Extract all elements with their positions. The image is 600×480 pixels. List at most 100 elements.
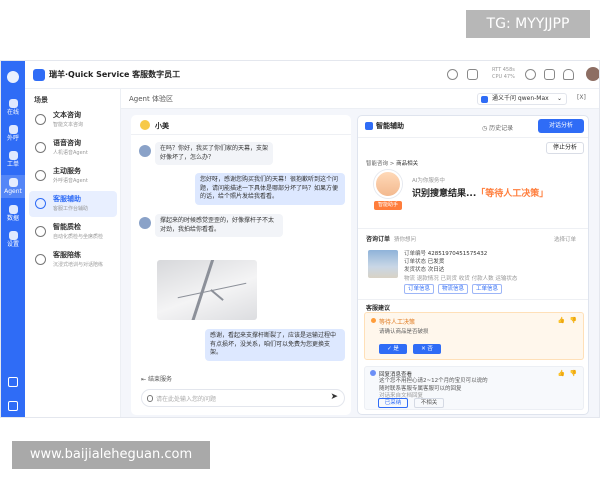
sidebar-item-sub: 智能文本咨询 [53,122,84,128]
sidebar-item-voice-consult[interactable]: 语音咨询 人机语音Agent [29,135,117,161]
send-icon[interactable]: ➤ [330,392,338,402]
thumb-down-icon[interactable]: 👎 [570,317,577,324]
model-icon [481,96,488,103]
sidebar-item-training[interactable]: 客服陪练沉浸式培训与对话陪练 [29,247,117,273]
user-avatar[interactable] [586,67,599,81]
icon-rail: 在线 外呼 工单 Agent 数据 设置 [1,61,25,417]
bell-icon[interactable] [563,69,574,80]
yes-label: 是 [393,346,399,352]
ticket-icon [8,151,18,160]
divider [358,299,588,300]
book-icon[interactable] [544,69,555,80]
rail-item-settings[interactable]: 设置 [1,231,25,248]
model-label: 通义千问 qwen-Max [492,95,549,102]
suggestion-line: 随时联系客服专属客服可以的回复 [379,385,462,392]
chat-input[interactable]: 请在此处输入您的问题 ➤ [141,389,345,407]
tab-guess[interactable]: 猜你想问 [394,235,416,243]
kv-label: 付款人数 [471,276,494,282]
rail-item-tickets[interactable]: 工单 [1,151,25,168]
phone-icon [35,142,46,153]
phone-icon [8,125,18,134]
collapse-rail-icon[interactable] [8,401,18,411]
assist-icon [365,122,373,130]
watermark-bottom: www.baijialeheguan.com [12,441,210,469]
sidebar-item-quality[interactable]: 智能质检自动化质检与坐席质检 [29,219,117,245]
adopt-button[interactable]: 已采纳 [378,398,408,408]
rail-label: 外呼 [6,135,19,142]
end-service-button[interactable]: ⇤ 结束服务 [141,374,172,383]
suggestion-line: 这个您不用担心请2~12个月的宝贝可以说的 [379,378,488,384]
sidebar-item-title: 文本咨询 [53,111,81,119]
system-status: RTT 458s CPU 47% [492,67,515,81]
order-info-button[interactable]: 订单信息 [404,284,434,294]
thumb-up-icon[interactable]: 👍 [558,370,565,377]
thumb-down-icon[interactable]: 👎 [570,370,577,377]
model-select[interactable]: 通义千问 qwen-Max ⌄ [477,93,567,105]
result-prefix: 识别搜意结果... [412,189,477,199]
gear-icon [8,231,18,240]
sidebar-item-proactive[interactable]: 主动服务外呼语音Agent [29,163,117,189]
chart-icon [8,205,18,214]
intent-result: 识别搜意结果...「等待人工决策」 [412,186,548,199]
history-link[interactable]: ◷ 历史记录 [482,123,513,132]
no-button[interactable]: ✕ 否 [413,344,441,354]
uploaded-photo[interactable] [157,260,257,320]
microphone-icon[interactable] [147,395,153,402]
sidebar-item-text-consult[interactable]: 文本咨询智能文本咨询 [29,107,117,133]
rail-item-agent[interactable]: Agent [1,175,25,198]
chat-header: 小美 [131,115,351,135]
suggestion-title: 回复消息查看 [379,372,413,378]
rail-item-outbound[interactable]: 外呼 [1,125,25,142]
robot-sub: AI为你服务中 [412,178,445,184]
kv-value: 运输状态 [495,276,518,282]
customer-avatar [140,120,150,130]
stop-analysis-button[interactable]: 停止分析 [546,142,584,154]
outbound-call-icon [35,170,46,181]
assist-title: 智能辅助 [376,122,404,130]
sidebar-item-title: 客服陪练 [53,251,81,259]
agent-icon [8,178,18,187]
order-number: 订单编号 42851970451575432 [404,249,487,257]
thumb-up-icon[interactable]: 👍 [558,317,565,324]
sidebar-item-sub: 自动化质检与坐席质检 [53,234,104,240]
logistics-info-button[interactable]: 物流信息 [438,284,468,294]
assist-icon [35,198,46,209]
rail-label: 设置 [6,241,19,248]
message-bubble: 您好呀，感谢您购买我们的天幕！很抱歉听到这个问题，请问能描述一下具体是哪部分坏了… [195,173,345,205]
kv-label: 已到货 [440,276,458,282]
yes-button[interactable]: ✓ 是 [379,344,407,354]
rail-item-online[interactable]: 在线 [1,99,25,116]
search-icon[interactable] [525,69,536,80]
irrelevant-button[interactable]: 不相关 [414,398,444,408]
suggest-section-title: 客服建议 [366,305,391,312]
headset-icon[interactable] [467,69,478,80]
sidebar-item-title: 主动服务 [53,167,81,175]
decision-title: 等待人工决策 [379,319,416,326]
message-bubble: 在吗？你好，我买了你们家的天幕，支架好像坏了，怎么办？ [155,142,273,165]
ticket-info-button[interactable]: 工单信息 [472,284,502,294]
top-bar: 瑞羊·Quick Service 客服数字员工 RTT 458s CPU 47% [25,61,599,89]
sidebar-item-title: 智能质检 [53,223,81,231]
collapse-button[interactable]: [X] [577,94,586,101]
sidebar-item-agent-assist[interactable]: 客服辅助 客服工作台辅助 [29,191,117,217]
customer-avatar [139,217,151,229]
rail-item-data[interactable]: 数据 [1,205,25,222]
brand-icon [7,71,19,83]
watermark-top: TG: MYYJJPP [466,10,590,38]
sidebar-item-sub: 外呼语音Agent [53,178,88,184]
grid-icon[interactable] [8,377,18,387]
sidebar-item-sub: 沉浸式培训与对话陪练 [53,262,104,268]
input-placeholder: 请在此处输入您的问题 [156,396,217,403]
order-shipping: 发货状态 次日达 [404,265,444,273]
page-title: Agent 体验区 [129,95,173,103]
analyze-button[interactable]: 对话分析 [538,119,584,133]
divider [358,137,588,138]
select-order-link[interactable]: 选择订单 [554,235,576,243]
tag: 商品相关 [396,161,419,167]
scenario-sidebar: 场景 文本咨询 智能文本咨询 语音咨询 人机语音Agent 主动服务 外呼语音Agen… [25,89,121,417]
message-bubble: 撑起来的时候感觉歪歪的，好像撑杆子不太对劲，我拍给你看看。 [155,214,283,237]
history-label: 历史记录 [489,125,514,132]
phone-status-icon[interactable] [447,69,458,80]
end-icon: ⇤ [141,376,148,383]
sidebar-item-title: 客服辅助 [53,195,81,203]
